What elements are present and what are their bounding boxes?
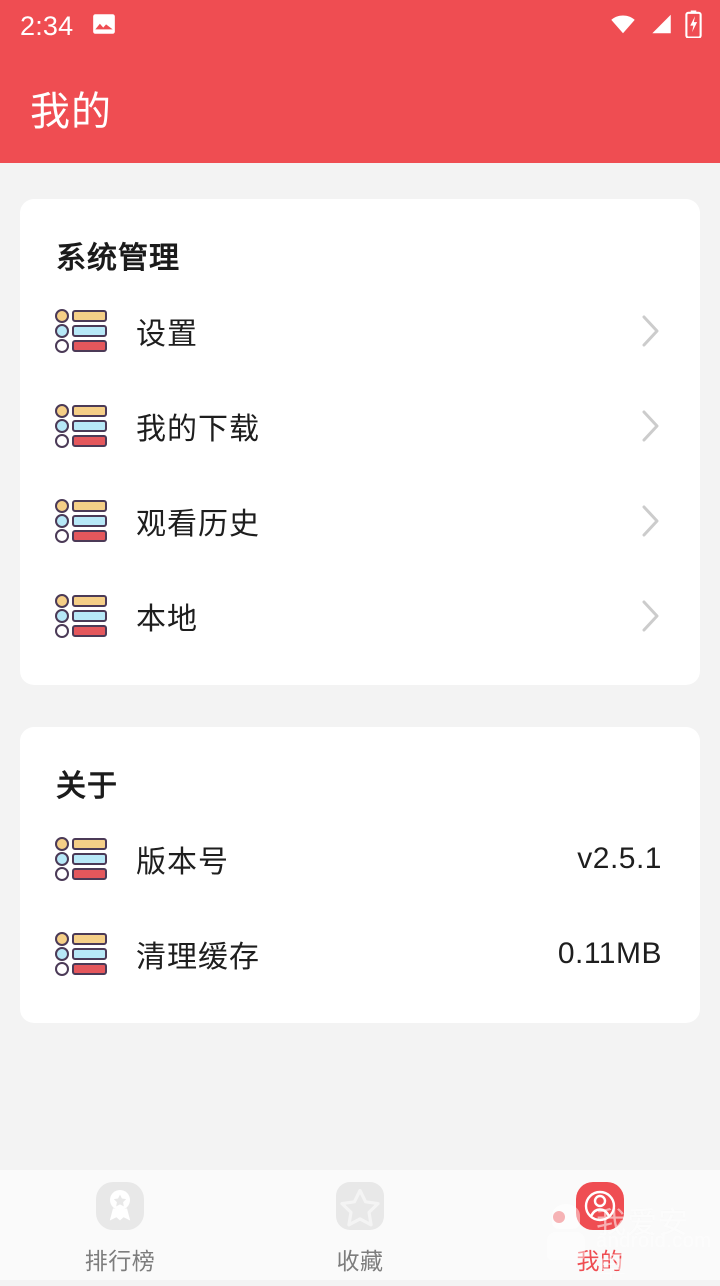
list-settings-icon bbox=[54, 836, 108, 882]
nav-tab-label: 收藏 bbox=[336, 1248, 384, 1274]
medal-ribbon-icon bbox=[92, 1180, 148, 1236]
page-title: 我的 bbox=[30, 89, 112, 134]
nav-tab-mine[interactable]: 我的 bbox=[480, 1180, 720, 1276]
menu-item-clear-cache[interactable]: 清理缓存 0.11MB bbox=[54, 906, 666, 1001]
status-bar-system-icons bbox=[609, 9, 702, 43]
nav-tab-rankings[interactable]: 排行榜 bbox=[0, 1180, 240, 1276]
menu-item-my-downloads[interactable]: 我的下载 bbox=[54, 378, 666, 473]
bottom-navigation-bar: 排行榜 收藏 我的 bbox=[0, 1170, 720, 1280]
star-icon bbox=[332, 1180, 388, 1236]
card-about: 关于 版本号 v2.5.1 清理缓存 0.11MB bbox=[20, 727, 700, 1023]
list-settings-icon bbox=[54, 931, 108, 977]
menu-item-label: 设置 bbox=[136, 317, 198, 351]
chevron-right-icon bbox=[640, 313, 662, 349]
menu-item-value: v2.5.1 bbox=[577, 841, 662, 875]
menu-item-label: 版本号 bbox=[136, 845, 229, 879]
chevron-right-icon bbox=[640, 503, 662, 539]
status-bar: 2:34 bbox=[0, 0, 720, 52]
cellular-signal-icon bbox=[648, 11, 674, 42]
screenshot-image-icon bbox=[91, 11, 117, 42]
list-settings-icon bbox=[54, 308, 108, 354]
list-settings-icon bbox=[54, 593, 108, 639]
chevron-right-icon bbox=[640, 408, 662, 444]
menu-item-local[interactable]: 本地 bbox=[54, 568, 666, 663]
menu-item-watch-history[interactable]: 观看历史 bbox=[54, 473, 666, 568]
app-bar: 我的 bbox=[0, 52, 720, 163]
content-scroll-area[interactable]: 系统管理 设置 我的下载 观看历史 本地 关于 版本号 v2.5.1 清理缓存 … bbox=[0, 163, 720, 1170]
section-title-about: 关于 bbox=[56, 770, 118, 803]
menu-item-label: 我的下载 bbox=[136, 412, 260, 446]
menu-item-label: 本地 bbox=[136, 602, 198, 636]
person-account-icon bbox=[572, 1180, 628, 1236]
list-settings-icon bbox=[54, 403, 108, 449]
menu-item-label: 观看历史 bbox=[136, 507, 260, 541]
status-bar-clock: 2:34 bbox=[20, 10, 74, 41]
menu-item-label: 清理缓存 bbox=[136, 940, 260, 974]
menu-item-value: 0.11MB bbox=[557, 936, 662, 970]
section-title-system-management: 系统管理 bbox=[56, 242, 180, 275]
card-system-management: 系统管理 设置 我的下载 观看历史 本地 bbox=[20, 199, 700, 685]
nav-tab-label: 排行榜 bbox=[84, 1248, 156, 1274]
wifi-icon bbox=[609, 11, 637, 42]
menu-item-version[interactable]: 版本号 v2.5.1 bbox=[54, 811, 666, 906]
status-bar-notification-icons bbox=[91, 11, 117, 42]
nav-tab-label: 我的 bbox=[576, 1248, 624, 1274]
battery-charging-icon bbox=[685, 9, 702, 43]
nav-tab-favorites[interactable]: 收藏 bbox=[240, 1180, 480, 1276]
chevron-right-icon bbox=[640, 598, 662, 634]
list-settings-icon bbox=[54, 498, 108, 544]
menu-item-settings[interactable]: 设置 bbox=[54, 283, 666, 378]
